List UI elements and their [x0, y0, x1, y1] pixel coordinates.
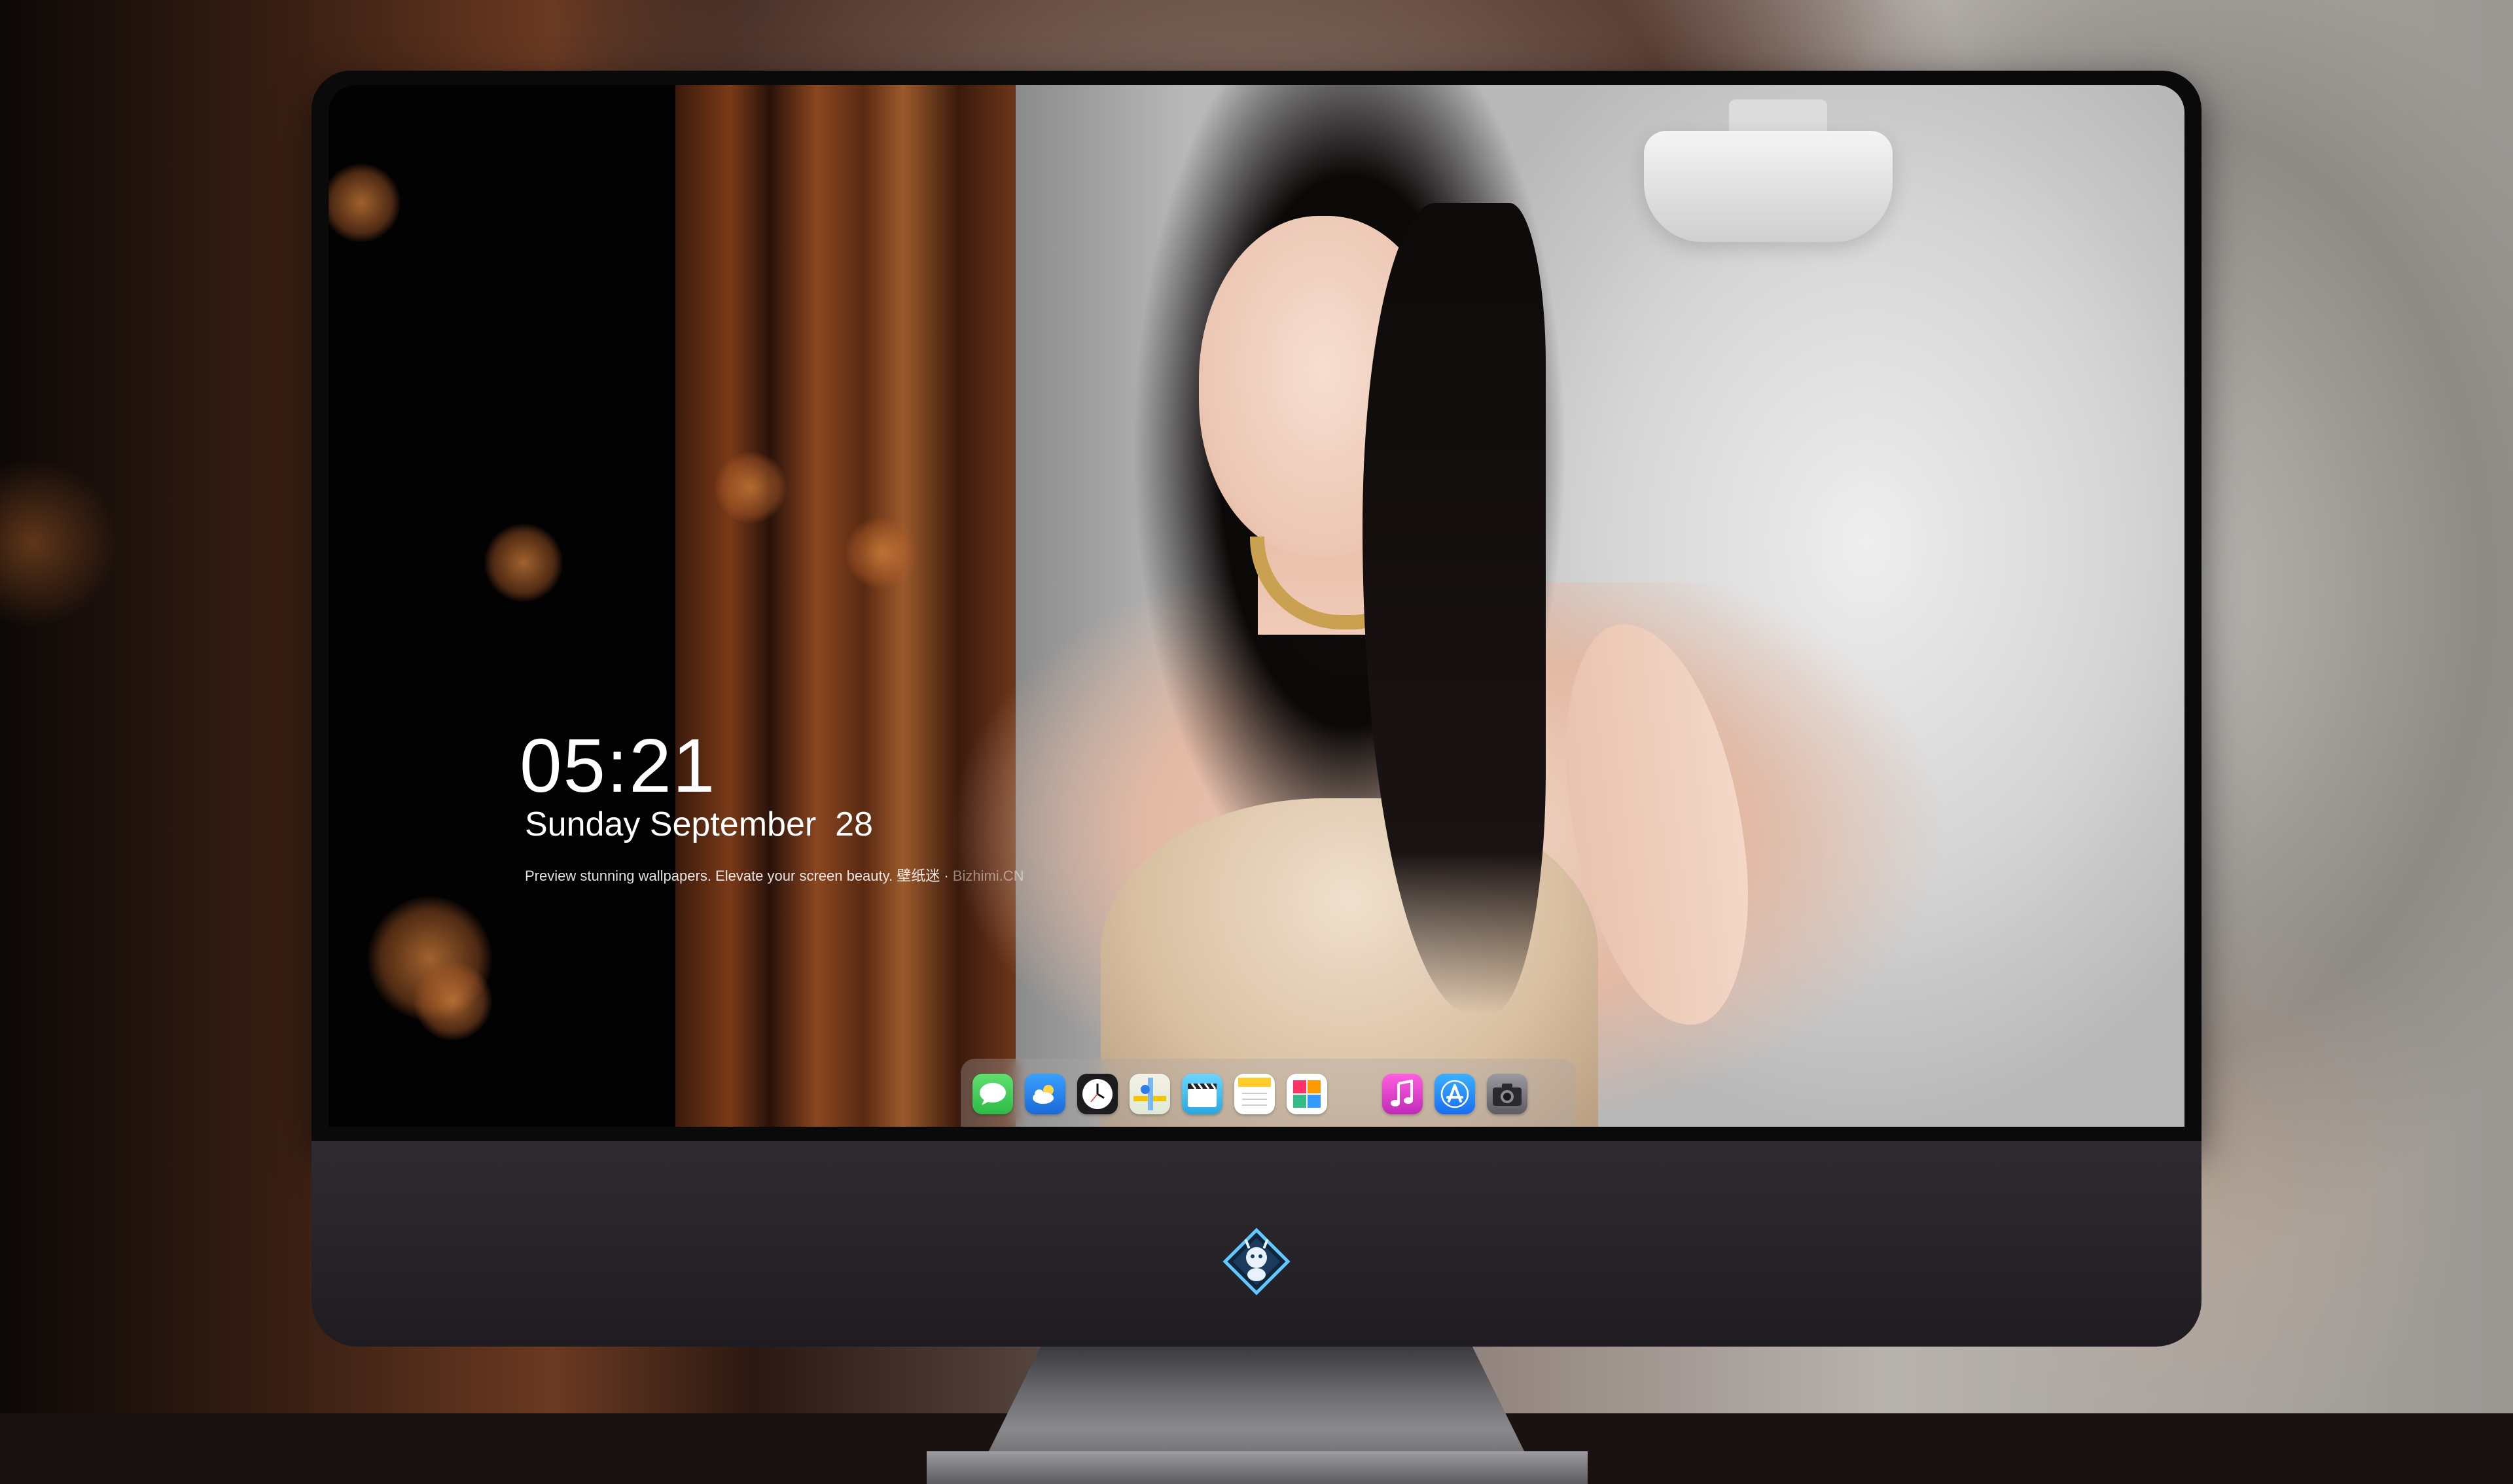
background-bokeh — [0, 458, 118, 628]
weather-icon[interactable] — [1025, 1074, 1065, 1114]
music-note-icon[interactable] — [1382, 1074, 1423, 1114]
notes-icon[interactable] — [1234, 1074, 1275, 1114]
monitor-bezel: 05:21 Sunday September 28 Preview stunni… — [312, 71, 2201, 1144]
tagline-site: Bizhimi.CN — [952, 868, 1024, 884]
lock-tagline: Preview stunning wallpapers. Elevate you… — [525, 869, 1024, 883]
dragon-diamond-logo — [1222, 1228, 1291, 1296]
bokeh-light — [846, 517, 918, 589]
maps-icon[interactable] — [1130, 1074, 1170, 1114]
clapperboard-icon[interactable] — [1182, 1074, 1222, 1114]
monitor: 05:21 Sunday September 28 Preview stunni… — [312, 71, 2201, 1484]
messages-icon[interactable] — [972, 1074, 1013, 1114]
lock-date: Sunday September 28 — [525, 805, 873, 843]
dock — [961, 1059, 1576, 1127]
camera-icon[interactable] — [1487, 1074, 1527, 1114]
bokeh-light — [414, 962, 492, 1040]
bokeh-light — [484, 523, 563, 602]
photos-icon[interactable] — [1287, 1074, 1327, 1114]
lock-screen: 05:21 Sunday September 28 Preview stunni… — [329, 85, 2184, 1127]
monitor-chin — [312, 1141, 2201, 1347]
clock-icon[interactable] — [1077, 1074, 1118, 1114]
tagline-text: Preview stunning wallpapers. Elevate you… — [525, 868, 953, 884]
app-store-icon[interactable] — [1435, 1074, 1475, 1114]
bokeh-light — [715, 451, 787, 523]
lock-time: 05:21 — [520, 723, 717, 808]
monitor-stand-base — [927, 1451, 1588, 1484]
wall-lamp — [1644, 131, 1893, 242]
